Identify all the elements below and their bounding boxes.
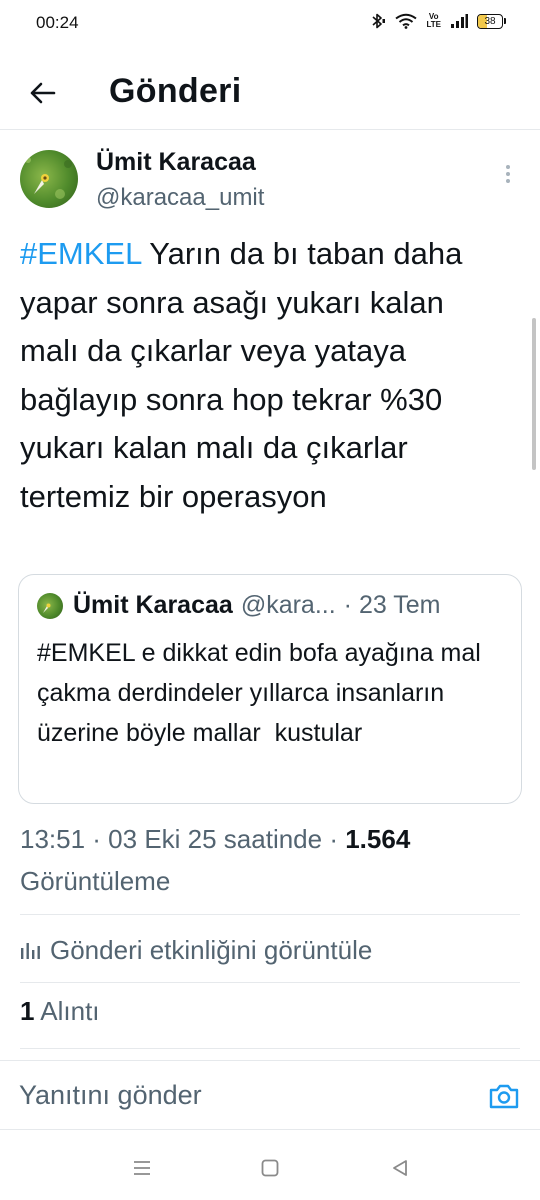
status-icons: Vo LTE 38: [370, 12, 506, 30]
quote-count: 1: [20, 996, 35, 1026]
quote-count-link[interactable]: 1 Alıntı: [20, 996, 100, 1027]
system-nav-bar: [0, 1140, 540, 1200]
reply-input[interactable]: [19, 1080, 439, 1111]
quoted-post-header: Ümit Karacaa @kara... · 23 Tem: [37, 591, 440, 620]
quoted-text: #EMKEL e dikkat edin bofa ayağına mal ça…: [37, 639, 488, 747]
reply-bar: [0, 1060, 540, 1130]
top-bar: Gönderi: [0, 56, 540, 130]
hashtag-link[interactable]: #EMKEL: [20, 236, 141, 271]
post-activity-label: Gönderi etkinliğini görüntüle: [50, 934, 373, 965]
author-handle[interactable]: @karacaa_umit: [96, 184, 264, 212]
divider: [20, 1048, 520, 1049]
more-options-button[interactable]: [498, 162, 518, 186]
quote-label: Alıntı: [40, 996, 100, 1026]
post-activity-button[interactable]: Gönderi etkinliğini görüntüle: [18, 928, 518, 972]
post-body: Yarın da bı taban daha yapar sonra asağı…: [20, 236, 463, 514]
scrollbar[interactable]: [532, 318, 536, 470]
post-author: Ümit Karacaa @karacaa_umit: [20, 144, 520, 220]
camera-button[interactable]: [488, 1081, 520, 1111]
avatar[interactable]: [20, 150, 78, 208]
bluetooth-icon: [370, 12, 386, 30]
post-timestamp: 13:51 · 03 Eki 25 saatinde ·: [20, 824, 338, 854]
status-time: 00:24: [36, 13, 79, 32]
quoted-author-name: Ümit Karacaa: [73, 591, 233, 619]
views-label: Görüntüleme: [20, 866, 171, 896]
more-dots-icon: [506, 165, 510, 169]
back-nav-button[interactable]: [385, 1156, 415, 1180]
quoted-author-handle: @kara...: [240, 591, 336, 619]
menu-icon: [134, 1161, 150, 1175]
post-meta: 13:51 · 03 Eki 25 saatinde · 1.564 Görün…: [20, 818, 520, 902]
quoted-avatar: [37, 592, 63, 619]
page-title: Gönderi: [109, 72, 242, 110]
arrow-left-icon: [30, 82, 56, 104]
post-text: #EMKEL Yarın da bı taban daha yapar sonr…: [20, 230, 500, 521]
camera-icon: [489, 1084, 519, 1109]
author-name[interactable]: Ümit Karacaa: [96, 148, 256, 177]
battery-icon: 38: [477, 13, 506, 29]
home-button[interactable]: [255, 1156, 285, 1180]
volte-icon: Vo LTE: [426, 12, 441, 29]
views-count: 1.564: [345, 824, 411, 854]
status-bar: 00:24 Vo LTE 38: [0, 0, 540, 48]
quoted-date: · 23 Tem: [343, 591, 441, 619]
analytics-icon: [18, 939, 42, 961]
back-triangle-icon: [393, 1160, 407, 1176]
quoted-post[interactable]: Ümit Karacaa @kara... · 23 Tem #EMKEL e …: [18, 574, 522, 804]
back-button[interactable]: [22, 73, 62, 113]
divider: [20, 982, 520, 983]
wifi-icon: [395, 13, 418, 29]
divider: [20, 914, 520, 915]
menu-button[interactable]: [127, 1156, 157, 1180]
home-square-icon: [261, 1159, 279, 1177]
signal-icon: [450, 13, 468, 29]
